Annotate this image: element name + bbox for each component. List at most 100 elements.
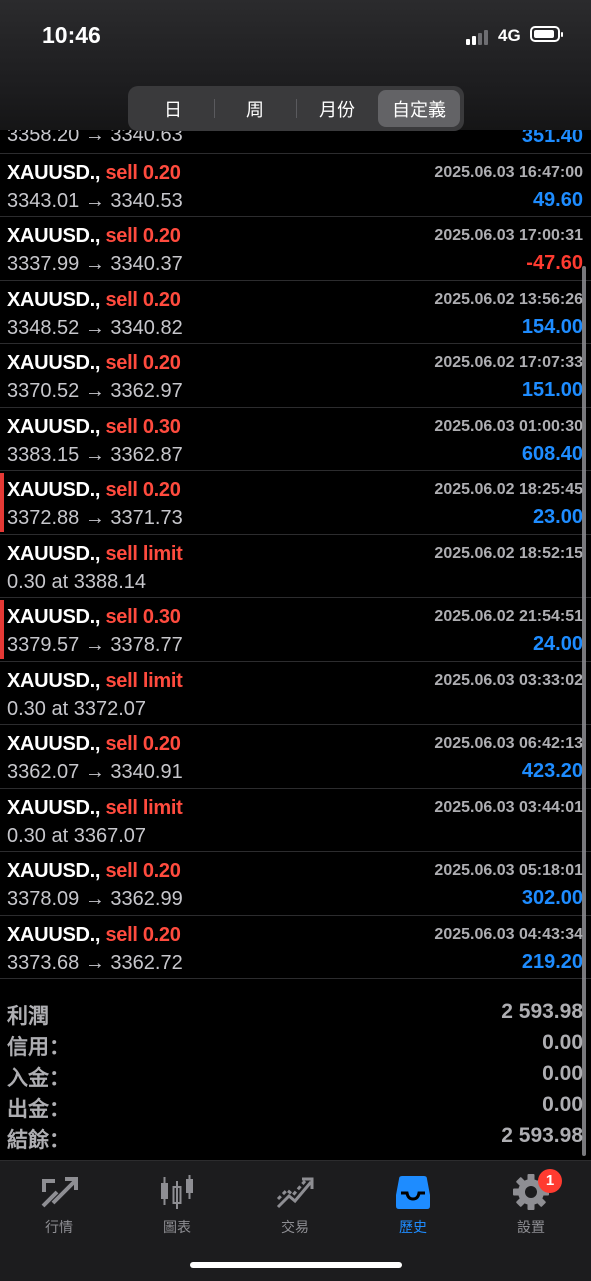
tab-label: 圖表 [163, 1219, 191, 1235]
order-time: 2025.06.03 17:00:31 [434, 227, 583, 244]
signal-icon [466, 30, 488, 45]
order-profit: 219.20 [521, 950, 583, 973]
chart-icon [161, 1175, 193, 1209]
symbol-text: XAUUSD., [7, 352, 101, 374]
order-time: 2025.06.03 01:00:30 [434, 417, 583, 435]
tab-history[interactable]: 歷史 [354, 1173, 472, 1237]
order-symbol: XAUUSD., sell 0.20 [7, 225, 181, 248]
order-prices: 0.30 at 3388.14 [7, 570, 147, 593]
order-profit: 23.00 [532, 506, 583, 528]
order-prices: 0.30 at 3367.07 [7, 824, 147, 847]
symbol-text: XAUUSD., [7, 796, 101, 819]
history-row[interactable]: XAUUSD., sell limit 2025.06.03 03:33:02 … [0, 662, 591, 725]
summary-label: 利潤 [7, 1005, 49, 1028]
order-side: sell 0.20 [105, 288, 181, 311]
summary-label: 信用： [7, 1036, 70, 1059]
order-prices: 0.30 at 3372.07 [7, 697, 147, 720]
order-time: 2025.06.02 21:54:51 [434, 608, 583, 625]
history-row[interactable]: XAUUSD., sell limit 2025.06.02 18:52:15 … [0, 535, 591, 598]
order-side: sell 0.20 [105, 733, 181, 755]
home-indicator [190, 1262, 402, 1268]
order-symbol: XAUUSD., sell limit [7, 542, 183, 566]
order-profit: 423.20 [521, 760, 583, 782]
tab-quotes[interactable]: 行情 [0, 1173, 118, 1237]
order-side: sell 0.20 [105, 225, 181, 247]
order-time: 2025.06.02 18:52:15 [434, 544, 583, 562]
order-profit: -47.60 [526, 252, 583, 274]
symbol-text: XAUUSD., [7, 669, 101, 692]
symbol-text: XAUUSD., [7, 288, 101, 311]
order-symbol: XAUUSD., sell 0.20 [7, 289, 181, 312]
segment-month[interactable]: 月份 [296, 90, 378, 127]
order-symbol: XAUUSD., sell 0.30 [7, 416, 181, 439]
order-prices: 3348.52 → 3340.82 [7, 316, 183, 339]
summary-row: 入金： 0.00 [0, 1060, 591, 1091]
history-row[interactable]: XAUUSD., sell 0.30 2025.06.02 21:54:51 3… [0, 598, 591, 662]
history-row[interactable]: XAUUSD., sell limit 2025.06.03 03:44:01 … [0, 789, 591, 852]
summary-label: 入金： [7, 1067, 70, 1090]
order-profit: 302.00 [521, 887, 583, 909]
tab-settings[interactable]: 1 設置 [472, 1169, 590, 1237]
order-profit: 608.40 [521, 442, 583, 465]
summary-row: 信用： 0.00 [0, 1029, 591, 1060]
order-time: 2025.06.03 03:44:01 [434, 798, 583, 816]
account-summary: 利潤 2 593.98 信用： 0.00 入金： 0.00 出金： 0.00 結… [0, 998, 591, 1153]
history-row[interactable]: XAUUSD., sell 0.20 2025.06.03 06:42:13 3… [0, 725, 591, 789]
order-profit: 49.60 [532, 188, 583, 211]
summary-label: 結餘： [7, 1129, 70, 1152]
history-row[interactable]: XAUUSD., sell 0.20 2025.06.03 04:43:34 3… [0, 916, 591, 979]
history-row[interactable]: XAUUSD., sell 0.20 2025.06.02 17:07:33 3… [0, 344, 591, 408]
order-side: sell 0.20 [105, 352, 181, 374]
order-prices: 3362.07 → 3340.91 [7, 761, 183, 783]
order-symbol: XAUUSD., sell limit [7, 796, 183, 820]
tab-label: 設置 [517, 1219, 545, 1235]
order-symbol: XAUUSD., sell 0.20 [7, 860, 181, 883]
history-row[interactable]: XAUUSD., sell 0.20 2025.06.03 16:47:00 3… [0, 154, 591, 217]
order-time: 2025.06.03 05:18:01 [434, 862, 583, 879]
order-symbol: XAUUSD., sell 0.20 [7, 162, 181, 185]
order-side: sell limit [105, 669, 183, 692]
history-row[interactable]: XAUUSD., sell 0.20 2025.06.03 17:00:31 3… [0, 217, 591, 281]
tab-trade[interactable]: 交易 [236, 1173, 354, 1237]
symbol-text: XAUUSD., [7, 923, 101, 946]
order-symbol: XAUUSD., sell limit [7, 669, 183, 693]
history-row[interactable]: XAUUSD., sell 0.30 2025.06.03 01:00:30 3… [0, 408, 591, 471]
order-time: 2025.06.02 17:07:33 [434, 354, 583, 371]
order-side: sell 0.20 [105, 860, 181, 882]
order-prices: 3373.68 → 3362.72 [7, 951, 183, 974]
order-prices: 3378.09 → 3362.99 [7, 888, 183, 910]
tab-label: 行情 [45, 1219, 73, 1235]
segment-day[interactable]: 日 [132, 90, 214, 127]
summary-value: 0.00 [542, 1031, 583, 1054]
order-profit: 151.00 [521, 379, 583, 401]
order-side: sell limit [105, 542, 183, 565]
order-side: sell 0.30 [105, 606, 181, 628]
symbol-text: XAUUSD., [7, 161, 101, 184]
notification-badge: 1 [538, 1169, 562, 1193]
order-time: 2025.06.03 04:43:34 [434, 925, 583, 943]
network-type: 4G [498, 26, 521, 45]
order-side: sell 0.20 [105, 923, 181, 946]
order-prices: 3337.99 → 3340.37 [7, 253, 183, 275]
order-prices: 3379.57 → 3378.77 [7, 634, 183, 656]
order-symbol: XAUUSD., sell 0.20 [7, 352, 181, 375]
symbol-text: XAUUSD., [7, 415, 101, 438]
summary-label: 出金： [7, 1098, 70, 1121]
symbol-text: XAUUSD., [7, 225, 101, 247]
order-side: sell 0.20 [105, 479, 181, 501]
segment-custom[interactable]: 自定義 [378, 90, 460, 127]
history-row[interactable]: XAUUSD., sell 0.20 2025.06.02 18:25:45 3… [0, 471, 591, 535]
summary-value: 2 593.98 [501, 1000, 583, 1023]
history-row[interactable]: XAUUSD., sell 0.20 2025.06.02 13:56:26 3… [0, 281, 591, 344]
order-side: sell limit [105, 796, 183, 819]
tab-chart[interactable]: 圖表 [118, 1173, 236, 1237]
history-row[interactable]: XAUUSD., sell 0.20 2025.06.03 05:18:01 3… [0, 852, 591, 916]
symbol-text: XAUUSD., [7, 542, 101, 565]
tab-label: 歷史 [399, 1219, 427, 1235]
order-time: 2025.06.02 13:56:26 [434, 290, 583, 308]
order-profit: 154.00 [521, 315, 583, 338]
period-segmented-control: 日 周 月份 自定義 [128, 86, 464, 131]
summary-value: 0.00 [542, 1093, 583, 1116]
symbol-text: XAUUSD., [7, 860, 101, 882]
segment-week[interactable]: 周 [214, 90, 296, 127]
